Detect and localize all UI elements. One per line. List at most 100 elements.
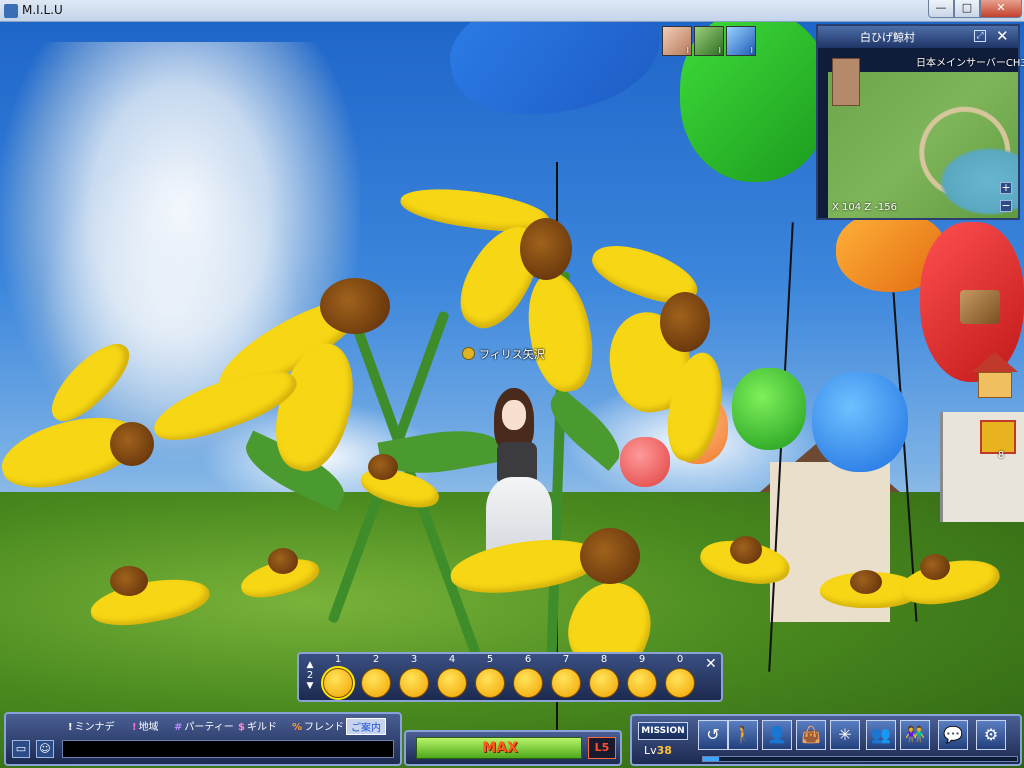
emote-slot[interactable]: 2 xyxy=(359,654,393,700)
emote-slot[interactable]: 6 xyxy=(511,654,545,700)
tab-mark: % xyxy=(292,722,303,733)
emote-toggle-icon[interactable]: ☺ xyxy=(36,740,54,758)
flower-center xyxy=(320,278,390,334)
emote-slot[interactable]: 0 xyxy=(663,654,697,700)
slot-number: 6 xyxy=(524,654,532,665)
flower-center xyxy=(580,528,640,584)
character-face xyxy=(502,400,526,430)
party-icon[interactable]: 👫 xyxy=(900,720,930,750)
emote-bar-close-button[interactable]: ✕ xyxy=(705,656,717,672)
level-prefix: Lv xyxy=(644,744,657,757)
flower-center xyxy=(730,536,762,564)
tab-label: パーティー xyxy=(184,722,234,733)
emote-page-number: 2 xyxy=(306,670,314,681)
balloon-letter-c xyxy=(812,372,908,472)
minimap-close-button[interactable]: ✕ xyxy=(996,27,1009,45)
hp-bar: MAX xyxy=(416,737,582,759)
chat-bubble-icon[interactable]: 💬 xyxy=(938,720,968,750)
emote-face-icon xyxy=(437,668,467,698)
flower-center xyxy=(110,566,148,596)
emote-slot[interactable]: 3 xyxy=(397,654,431,700)
player-coordinates: X 104 Z -156 xyxy=(832,202,898,213)
hp-label: MAX xyxy=(482,740,518,756)
window-title: M.I.L.U xyxy=(22,3,63,17)
tab-mark: $ xyxy=(238,722,245,733)
emote-page-nav[interactable]: ▲ 2 ▼ xyxy=(303,660,317,696)
close-window-button[interactable]: ✕ xyxy=(980,0,1022,18)
emote-slot[interactable]: 1 xyxy=(321,654,355,700)
character-body xyxy=(497,442,537,482)
slot-number: 9 xyxy=(638,654,646,665)
refresh-icon[interactable]: ↺ xyxy=(698,720,728,750)
character-icon[interactable]: 👤 xyxy=(762,720,792,750)
zoom-out-button[interactable]: − xyxy=(1000,200,1012,212)
character-name-tag[interactable]: フィリス矢沢 xyxy=(463,346,545,362)
chat-tab-party[interactable]: # パーティー xyxy=(174,718,234,733)
emote-slot[interactable]: 4 xyxy=(435,654,469,700)
zoom-in-button[interactable]: + xyxy=(1000,182,1012,194)
minimap-header: 白ひげ鯨村 ⤢ ✕ xyxy=(818,26,1018,48)
emote-slot[interactable]: 7 xyxy=(549,654,583,700)
flower-center xyxy=(850,570,882,594)
window-toggle-icon[interactable]: ▭ xyxy=(12,740,30,758)
player-level: Lv38 xyxy=(644,744,672,757)
chat-tab-area[interactable]: ! 地域 xyxy=(132,718,159,733)
chat-panel: ! ミンナデ ! 地域 # パーティー $ ギルド % フレンド ご案内 ▭ ☺ xyxy=(4,712,402,766)
level-badge[interactable]: L5 xyxy=(588,737,616,759)
slot-number: 3 xyxy=(410,654,418,665)
emote-face-icon xyxy=(665,668,695,698)
gear-icon[interactable]: ⚙ xyxy=(976,720,1006,750)
chat-input[interactable] xyxy=(62,740,394,758)
experience-fill xyxy=(703,757,719,761)
minimap[interactable]: 白ひげ鯨村 ⤢ ✕ 日本メインサーバーCH3 X 104 Z -156 + − xyxy=(816,24,1024,220)
flower-center xyxy=(110,422,154,466)
expand-icon[interactable]: ⤢ xyxy=(974,30,986,42)
emote-bar: ▲ 2 ▼ ✕ 1 2 3 4 5 6 7 8 9 0 xyxy=(297,652,723,702)
tab-mark: ! xyxy=(132,722,137,733)
slot-number: 1 xyxy=(334,654,342,665)
buff-label: I xyxy=(718,46,721,55)
emote-face-icon xyxy=(321,666,355,700)
emote-face-icon xyxy=(627,668,657,698)
server-channel: 日本メインサーバーCH3 xyxy=(916,58,1024,69)
balloon-letter-v xyxy=(732,368,806,450)
balloon-blue xyxy=(441,22,669,130)
skill-portrait-icon[interactable]: I xyxy=(662,26,692,56)
app-icon xyxy=(4,4,18,18)
chat-tab-all[interactable]: ! ミンナデ xyxy=(68,718,115,733)
walk-icon[interactable]: 🚶 xyxy=(728,720,758,750)
home-icon[interactable] xyxy=(972,352,1018,400)
gift-icon[interactable] xyxy=(980,420,1016,454)
chevron-up-icon[interactable]: ▲ xyxy=(303,660,317,670)
emote-slot[interactable]: 8 xyxy=(587,654,621,700)
chat-tab-friend[interactable]: % フレンド xyxy=(292,718,344,733)
buff-label: I xyxy=(750,46,753,55)
mission-button[interactable]: MISSION xyxy=(638,722,688,740)
chevron-down-icon[interactable]: ▼ xyxy=(303,681,317,691)
maximize-button[interactable]: □ xyxy=(954,0,980,18)
slot-number: 0 xyxy=(676,654,684,665)
slot-number: 7 xyxy=(562,654,570,665)
chat-tab-guild[interactable]: $ ギルド xyxy=(238,718,277,733)
gift-count: 8 xyxy=(998,450,1005,461)
inventory-icon[interactable]: 👜 xyxy=(796,720,826,750)
buff-label: I xyxy=(686,46,689,55)
minimize-button[interactable]: — xyxy=(928,0,954,18)
emote-slot[interactable]: 5 xyxy=(473,654,507,700)
wing-icon[interactable]: I xyxy=(726,26,756,56)
add-friend-icon[interactable]: 👥 xyxy=(866,720,896,750)
balloon-pink xyxy=(620,437,670,487)
edit-profile-icon[interactable] xyxy=(960,290,1000,324)
minimap-building xyxy=(832,58,860,106)
emote-face-icon xyxy=(589,668,619,698)
skill-icon[interactable]: ✳ xyxy=(830,720,860,750)
emote-face-icon xyxy=(475,668,505,698)
tab-label: ミンナデ xyxy=(74,722,115,733)
flower-petal xyxy=(520,267,600,397)
lotus-icon[interactable]: I xyxy=(694,26,724,56)
chat-tab-guide[interactable]: ご案内 xyxy=(346,718,386,735)
flower-center xyxy=(368,454,398,480)
emote-slot[interactable]: 9 xyxy=(625,654,659,700)
emote-face-icon xyxy=(551,668,581,698)
level-value: 38 xyxy=(656,744,672,757)
